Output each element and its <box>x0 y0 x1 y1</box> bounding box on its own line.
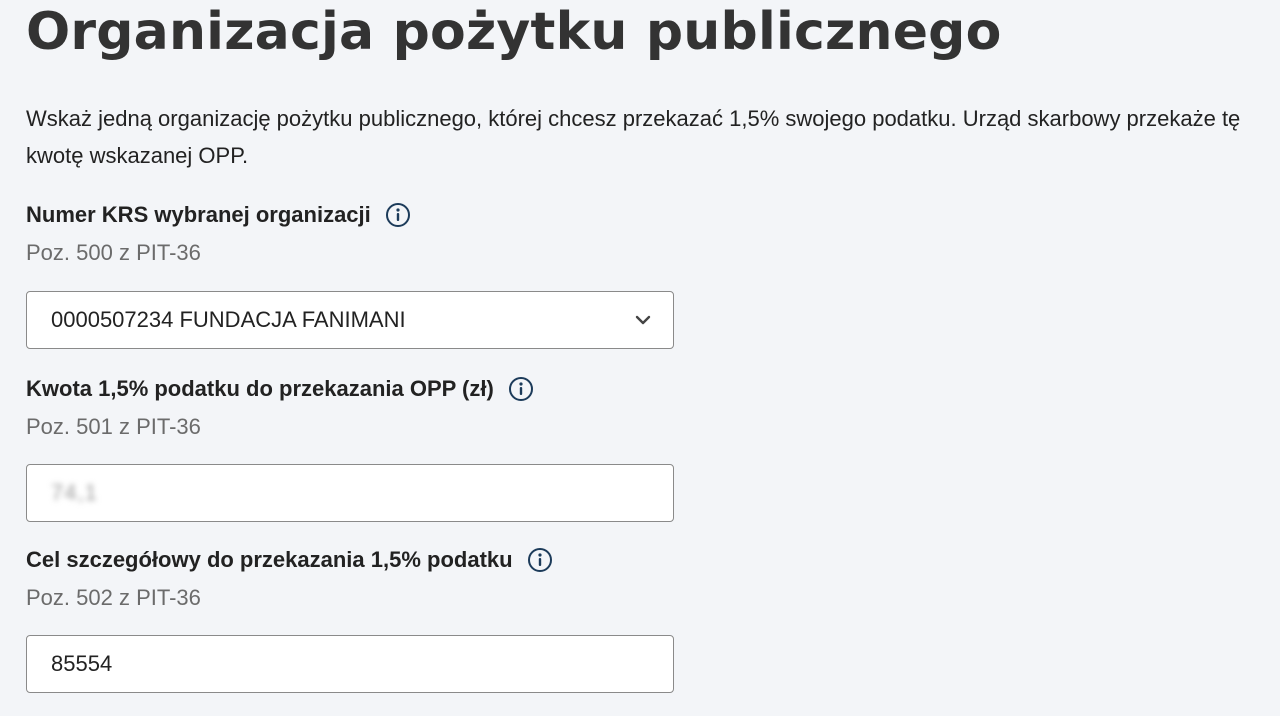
goal-value: 85554 <box>51 651 113 676</box>
amount-position: Poz. 501 z PIT-36 <box>26 414 201 439</box>
krs-select-value: 0000507234 FUNDACJA FANIMANI <box>51 307 406 332</box>
krs-label-text: Numer KRS wybranej organizacji <box>26 202 371 227</box>
krs-label: Numer KRS wybranej organizacji <box>26 200 411 230</box>
krs-select[interactable]: 0000507234 FUNDACJA FANIMANI <box>26 291 674 349</box>
info-icon[interactable] <box>508 376 534 402</box>
amount-label-text: Kwota 1,5% podatku do przekazania OPP (z… <box>26 376 494 401</box>
chevron-down-icon <box>633 310 653 330</box>
amount-input[interactable]: 74,1 <box>26 464 674 522</box>
info-icon[interactable] <box>527 547 553 573</box>
intro-text: Wskaż jedną organizację pożytku publiczn… <box>26 106 1241 168</box>
page-title: Organizacja pożytku publicznego <box>26 2 1002 62</box>
goal-position: Poz. 502 z PIT-36 <box>26 585 201 610</box>
amount-value: 74,1 <box>51 480 98 505</box>
krs-position: Poz. 500 z PIT-36 <box>26 240 201 265</box>
goal-label: Cel szczegółowy do przekazania 1,5% poda… <box>26 545 553 575</box>
opp-form-page: Organizacja pożytku publicznego Wskaż je… <box>0 0 1280 716</box>
amount-label: Kwota 1,5% podatku do przekazania OPP (z… <box>26 374 534 404</box>
info-icon[interactable] <box>385 202 411 228</box>
goal-label-text: Cel szczegółowy do przekazania 1,5% poda… <box>26 547 513 572</box>
goal-input[interactable]: 85554 <box>26 635 674 693</box>
